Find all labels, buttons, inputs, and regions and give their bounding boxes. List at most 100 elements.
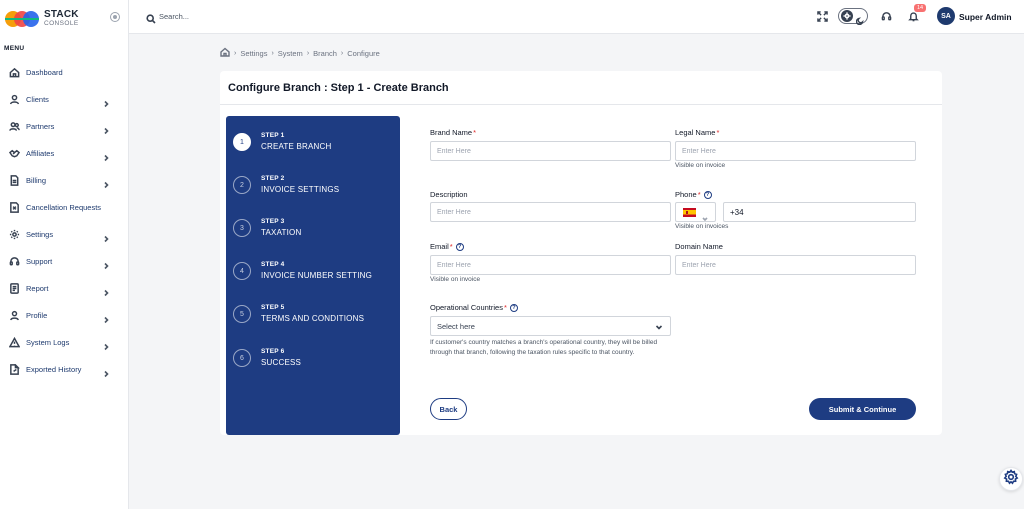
step-title: SUCCESS xyxy=(261,358,302,367)
sidebar-collapse-icon[interactable] xyxy=(110,12,120,22)
brand-name-label: Brand Name * xyxy=(430,128,476,137)
step-number: 2 xyxy=(233,176,251,194)
description-input[interactable] xyxy=(430,202,671,222)
logo-mark xyxy=(4,10,40,28)
sidebar-item-exported-history[interactable]: Exported History xyxy=(0,356,128,383)
sidebar-item-system-logs[interactable]: System Logs xyxy=(0,329,128,356)
sidebar-item-label: Exported History xyxy=(26,365,82,374)
breadcrumb: › Settings › System › Branch › Configure xyxy=(220,47,380,59)
sidebar-item-affiliates[interactable]: Affiliates xyxy=(0,140,128,167)
users-icon xyxy=(8,121,20,133)
sidebar-item-label: Partners xyxy=(26,122,55,131)
phone-label: Phone *? xyxy=(675,190,712,199)
step-title: TAXATION xyxy=(261,228,302,237)
step-title: INVOICE SETTINGS xyxy=(261,185,340,194)
gear-icon xyxy=(8,229,20,241)
logo[interactable]: STACK CONSOLE xyxy=(4,8,79,30)
headset-icon xyxy=(8,256,20,268)
chevron-right-icon xyxy=(102,149,110,162)
breadcrumb-separator: › xyxy=(340,49,344,57)
help-icon[interactable]: ? xyxy=(455,242,464,251)
chevron-right-icon xyxy=(102,95,110,108)
breadcrumb-separator: › xyxy=(271,49,274,57)
sidebar: STACK CONSOLE MENU Dashboard Clients Par… xyxy=(0,0,129,509)
warning-icon xyxy=(8,337,20,349)
handshake-icon xyxy=(8,148,20,160)
breadcrumb-settings[interactable]: Settings xyxy=(240,49,267,58)
legal-name-label: Legal Name * xyxy=(675,128,719,137)
report-icon xyxy=(8,283,20,295)
step-1[interactable]: 1 STEP 1 CREATE BRANCH xyxy=(233,128,398,158)
headset-icon[interactable] xyxy=(880,10,892,22)
gear-icon xyxy=(1003,468,1019,490)
settings-fab[interactable] xyxy=(999,467,1023,491)
fullscreen-icon[interactable] xyxy=(816,10,828,22)
step-label: STEP 4 xyxy=(261,261,285,268)
breadcrumb-separator: › xyxy=(306,49,310,57)
user-icon xyxy=(8,94,20,106)
step-2[interactable]: 2 STEP 2 INVOICE SETTINGS xyxy=(233,171,398,201)
chevron-right-icon xyxy=(102,257,110,270)
document-icon xyxy=(8,175,20,187)
operational-countries-label: Operational Countries *? xyxy=(430,303,518,312)
notification-count-badge: 14 xyxy=(914,4,926,12)
breadcrumb-branch[interactable]: Branch xyxy=(313,49,337,58)
step-number: 4 xyxy=(233,262,251,280)
chevron-right-icon xyxy=(102,122,110,135)
back-button[interactable]: Back xyxy=(430,398,467,420)
help-icon[interactable]: ? xyxy=(509,303,518,312)
select-placeholder: Select here xyxy=(437,321,475,331)
brand-subtitle: CONSOLE xyxy=(44,20,79,27)
step-number: 5 xyxy=(233,305,251,323)
sidebar-item-cancellation-requests[interactable]: Cancellation Requests xyxy=(0,194,128,221)
sidebar-item-label: Settings xyxy=(26,230,54,239)
step-number: 1 xyxy=(233,133,251,151)
phone-hint: Visible on invoices xyxy=(675,223,729,230)
operational-countries-label-text: Operational Countries xyxy=(430,303,503,312)
legal-name-input[interactable] xyxy=(675,141,916,161)
sidebar-item-label: System Logs xyxy=(26,338,70,347)
sidebar-item-label: Support xyxy=(26,257,53,266)
operational-countries-note: If customer's country matches a branch's… xyxy=(430,339,658,356)
sidebar-item-partners[interactable]: Partners xyxy=(0,113,128,140)
step-4[interactable]: 4 STEP 4 INVOICE NUMBER SETTING xyxy=(233,257,398,287)
country-code-select[interactable] xyxy=(675,202,716,222)
search-icon xyxy=(146,11,156,24)
sidebar-item-profile[interactable]: Profile xyxy=(0,302,128,329)
email-hint: Visible on invoice xyxy=(430,276,481,283)
search-input[interactable] xyxy=(159,9,359,23)
sidebar-item-dashboard[interactable]: Dashboard xyxy=(0,59,128,86)
operational-countries-select[interactable]: Select here xyxy=(430,316,671,336)
step-5[interactable]: 5 STEP 5 TERMS AND CONDITIONS xyxy=(233,300,398,330)
sidebar-item-label: Report xyxy=(26,284,49,293)
chevron-right-icon xyxy=(102,338,110,351)
email-input[interactable] xyxy=(430,255,671,275)
theme-toggle[interactable] xyxy=(838,8,868,26)
legal-name-label-text: Legal Name xyxy=(675,128,716,137)
sidebar-item-clients[interactable]: Clients xyxy=(0,86,128,113)
sidebar-item-billing[interactable]: Billing xyxy=(0,167,128,194)
sidebar-item-support[interactable]: Support xyxy=(0,248,128,275)
chevron-right-icon xyxy=(102,311,110,324)
domain-name-input[interactable] xyxy=(675,255,916,275)
home-icon[interactable] xyxy=(220,47,230,59)
required-marker: * xyxy=(716,128,720,137)
spain-flag-icon xyxy=(683,207,696,217)
phone-input[interactable] xyxy=(723,202,916,222)
help-icon[interactable]: ? xyxy=(703,190,712,199)
submit-continue-button[interactable]: Submit & Continue xyxy=(809,398,916,420)
breadcrumb-system[interactable]: System xyxy=(278,49,303,58)
avatar[interactable]: SA xyxy=(937,7,955,25)
chevron-right-icon xyxy=(102,284,110,297)
brand-name-input[interactable] xyxy=(430,141,671,161)
sidebar-item-report[interactable]: Report xyxy=(0,275,128,302)
sidebar-item-settings[interactable]: Settings xyxy=(0,221,128,248)
step-title: TERMS AND CONDITIONS xyxy=(261,314,365,323)
step-3[interactable]: 3 STEP 3 TAXATION xyxy=(233,214,398,244)
step-6[interactable]: 6 STEP 6 SUCCESS xyxy=(233,344,398,374)
page-title: Configure Branch : Step 1 - Create Branc… xyxy=(228,82,449,94)
phone-label-text: Phone xyxy=(675,190,697,199)
sidebar-item-label: Dashboard xyxy=(26,68,63,77)
user-name[interactable]: Super Admin xyxy=(959,12,1012,22)
chevron-right-icon xyxy=(102,230,110,243)
